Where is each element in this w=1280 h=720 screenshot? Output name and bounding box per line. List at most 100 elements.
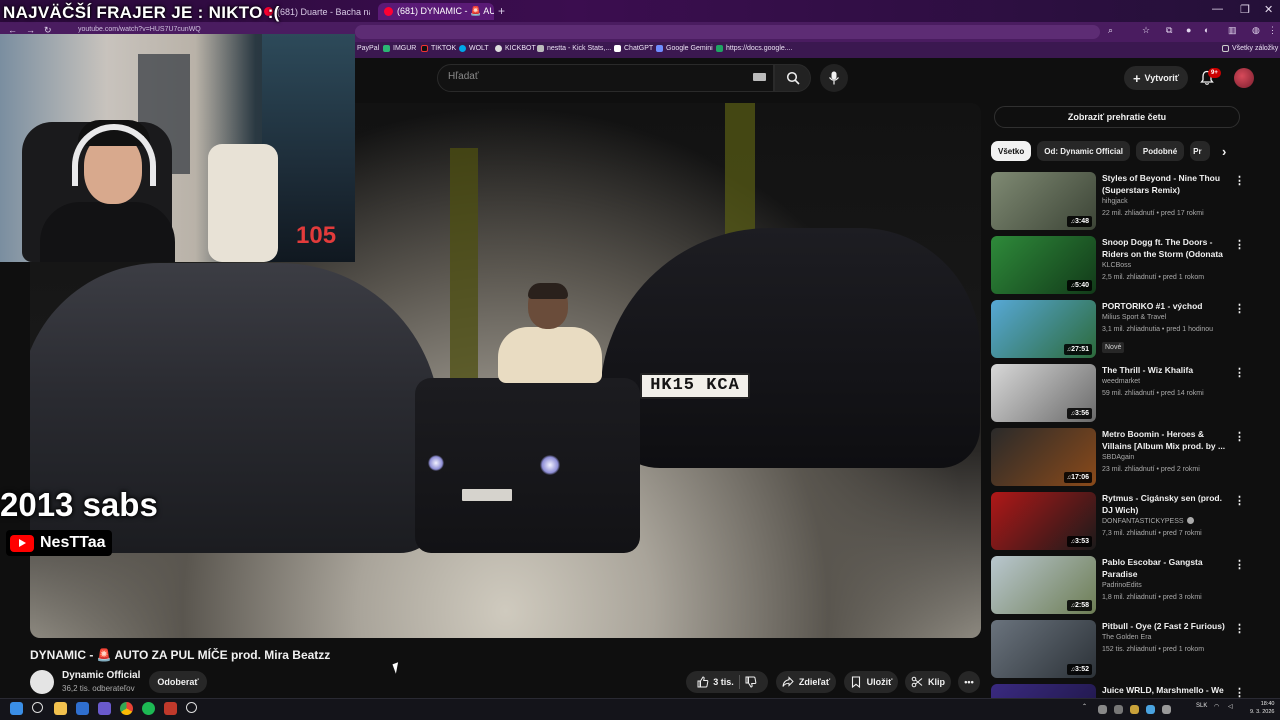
recommendation-item[interactable]: 3:56 The Thrill - Wiz Khalifa weedmarket 59… [991, 364, 1251, 422]
bookmark-imgur[interactable]: IMGUR [383, 45, 416, 52]
recommendation-item[interactable]: 17:06 Metro Boomin - Heroes & Villains [A… [991, 428, 1251, 486]
sidepanel-icon[interactable]: ▥ [1228, 25, 1237, 36]
recommendation-item[interactable]: 3:48 Styles of Beyond - Nine Thou (Supers… [991, 172, 1251, 230]
chrome-icon[interactable] [120, 702, 133, 715]
minimize-icon[interactable]: — [1212, 3, 1223, 15]
menu-icon[interactable]: ⋮ [1268, 25, 1277, 36]
recommendation-item[interactable]: Juice WRLD, Marshmello - We ⋮ [991, 684, 1251, 698]
recommendation-channel[interactable]: hihgjack [1102, 196, 1230, 208]
more-vert-icon[interactable]: ⋮ [1234, 494, 1245, 507]
tray-app-icon[interactable] [1162, 705, 1171, 714]
video-thumbnail[interactable] [991, 684, 1096, 698]
save-button[interactable]: Uložiť [844, 671, 898, 693]
bookmark-star-icon[interactable]: ☆ [1142, 25, 1150, 36]
video-thumbnail[interactable]: 3:48 [991, 172, 1096, 230]
recommendation-title[interactable]: Styles of Beyond - Nine Thou (Superstars… [1102, 172, 1230, 196]
more-vert-icon[interactable]: ⋮ [1234, 686, 1245, 698]
recommendation-title[interactable]: Pitbull - Oye (2 Fast 2 Furious) [1102, 620, 1230, 632]
more-vert-icon[interactable]: ⋮ [1234, 366, 1245, 379]
bookmark-gemini[interactable]: Google Gemini [656, 45, 713, 52]
recommendation-item[interactable]: 3:53 Rytmus - Cigánsky sen (prod. DJ Wich… [991, 492, 1251, 550]
recommendation-title[interactable]: Rytmus - Cigánsky sen (prod. DJ Wich) [1102, 492, 1230, 516]
extension-icon[interactable]: ◐ [1204, 25, 1209, 35]
video-thumbnail[interactable]: 27:51 [991, 300, 1096, 358]
show-chat-replay-button[interactable]: Zobraziť prehratie četu [994, 106, 1240, 128]
recommendation-item[interactable]: 5:40 Snoop Dogg ft. The Doors - Riders on… [991, 236, 1251, 294]
recommendation-title[interactable]: Pablo Escobar - Gangsta Paradise [1102, 556, 1230, 580]
bookmark-paypal[interactable]: PayPal [357, 45, 379, 52]
clock[interactable]: 18:40 9. 3. 2026 [1250, 700, 1274, 716]
wifi-icon[interactable]: ◠ [1214, 703, 1219, 710]
start-icon[interactable] [10, 702, 23, 715]
recommendation-channel[interactable]: KLCBoss [1102, 260, 1230, 272]
recommendation-channel[interactable]: weedmarket [1102, 376, 1230, 388]
bookmark-kickbot[interactable]: KICKBOT [495, 45, 536, 52]
file-explorer-icon[interactable] [54, 702, 67, 715]
recommendation-channel[interactable]: The Golden Era [1102, 632, 1230, 644]
language-indicator[interactable]: SLK [1196, 703, 1207, 709]
tray-app-icon[interactable] [1146, 705, 1155, 714]
chip-related[interactable]: Podobné [1135, 141, 1185, 161]
recommendation-item[interactable]: 2:58 Pablo Escobar - Gangsta Paradise Padr… [991, 556, 1251, 614]
share-button[interactable]: Zdieľať [776, 671, 836, 693]
volume-icon[interactable]: ◁ [1228, 703, 1233, 710]
chip-all[interactable]: Všetko [991, 141, 1032, 161]
bookmark-nestta[interactable]: nestta - Kick Stats,... [537, 45, 611, 52]
new-tab-icon[interactable]: + [498, 4, 505, 18]
close-window-icon[interactable]: ✕ [1264, 3, 1273, 16]
more-vert-icon[interactable]: ⋮ [1234, 430, 1245, 443]
zoom-icon[interactable]: ⌕ [1108, 25, 1113, 36]
search-icon[interactable] [32, 702, 43, 713]
profile-icon[interactable]: ◍ [1252, 25, 1260, 36]
recommendation-title[interactable]: The Thrill - Wiz Khalifa [1102, 364, 1230, 376]
more-vert-icon[interactable]: ⋮ [1234, 174, 1245, 187]
extension-icon[interactable]: ● [1186, 25, 1191, 35]
video-thumbnail[interactable]: 3:52 [991, 620, 1096, 678]
bookmark-wolt[interactable]: WOLT [459, 45, 489, 52]
video-thumbnail[interactable]: 5:40 [991, 236, 1096, 294]
recommendation-title[interactable]: PORTORIKO #1 - východ [1102, 300, 1230, 312]
bookmark-docs[interactable]: https://docs.google.... [716, 45, 793, 52]
store-icon[interactable] [76, 702, 89, 715]
extension-icon[interactable]: ⧉ [1166, 25, 1172, 36]
all-bookmarks[interactable]: Všetky záložky [1222, 45, 1278, 52]
discord-icon[interactable] [98, 702, 111, 715]
more-vert-icon[interactable]: ⋮ [1234, 558, 1245, 571]
more-vert-icon[interactable]: ⋮ [1234, 302, 1245, 315]
video-thumbnail[interactable]: 2:58 [991, 556, 1096, 614]
tab-dynamic[interactable]: (681) DYNAMIC - 🚨 AUTO ✕ [378, 3, 494, 20]
recommendation-item[interactable]: 3:52 Pitbull - Oye (2 Fast 2 Furious) The … [991, 620, 1251, 678]
video-thumbnail[interactable]: 17:06 [991, 428, 1096, 486]
more-vert-icon[interactable]: ⋮ [1234, 238, 1245, 251]
channel-name[interactable]: Dynamic Official [62, 670, 140, 681]
voice-search-button[interactable] [820, 64, 848, 92]
more-vert-icon[interactable]: ⋮ [1234, 622, 1245, 635]
search-input[interactable] [437, 64, 774, 92]
create-button[interactable]: + Vytvoriť [1124, 66, 1188, 90]
like-button[interactable]: 3 tis. [697, 676, 734, 688]
settings-icon[interactable] [186, 702, 197, 713]
search-button[interactable] [774, 64, 811, 92]
tray-app-icon[interactable] [1114, 705, 1123, 714]
bookmark-tiktok[interactable]: TIKTOK [421, 45, 456, 52]
tray-app-icon[interactable] [1130, 705, 1139, 714]
recommendation-item[interactable]: 27:51 PORTORIKO #1 - východ Milius Sport &… [991, 300, 1251, 358]
more-actions-button[interactable]: ••• [958, 671, 980, 693]
video-thumbnail[interactable]: 3:56 [991, 364, 1096, 422]
keyboard-icon[interactable] [753, 73, 766, 81]
url-text[interactable]: youtube.com/watch?v=HUS7U7cunWQ [78, 26, 201, 33]
recommendation-channel[interactable]: PadrinoEdits [1102, 580, 1230, 592]
bookmark-chatgpt[interactable]: ChatGPT [614, 45, 653, 52]
maximize-icon[interactable]: ❐ [1240, 3, 1250, 16]
chevron-right-icon[interactable]: › [1222, 144, 1226, 159]
recommendation-title[interactable]: Metro Boomin - Heroes & Villains [Album … [1102, 428, 1230, 452]
thumbs-down-icon[interactable] [745, 676, 757, 688]
channel-avatar[interactable] [30, 670, 54, 694]
recommendation-title[interactable]: Juice WRLD, Marshmello - We [1102, 684, 1230, 696]
chip-more[interactable]: Pr [1190, 141, 1211, 161]
clip-button[interactable]: Klip [905, 671, 951, 693]
recommendation-channel[interactable]: DONFANTASTICKYPESS [1102, 516, 1230, 528]
tray-chevron-up-icon[interactable]: ⌃ [1082, 703, 1087, 710]
chip-from-channel[interactable]: Od: Dynamic Official [1037, 141, 1130, 161]
url-field[interactable] [355, 25, 1100, 39]
